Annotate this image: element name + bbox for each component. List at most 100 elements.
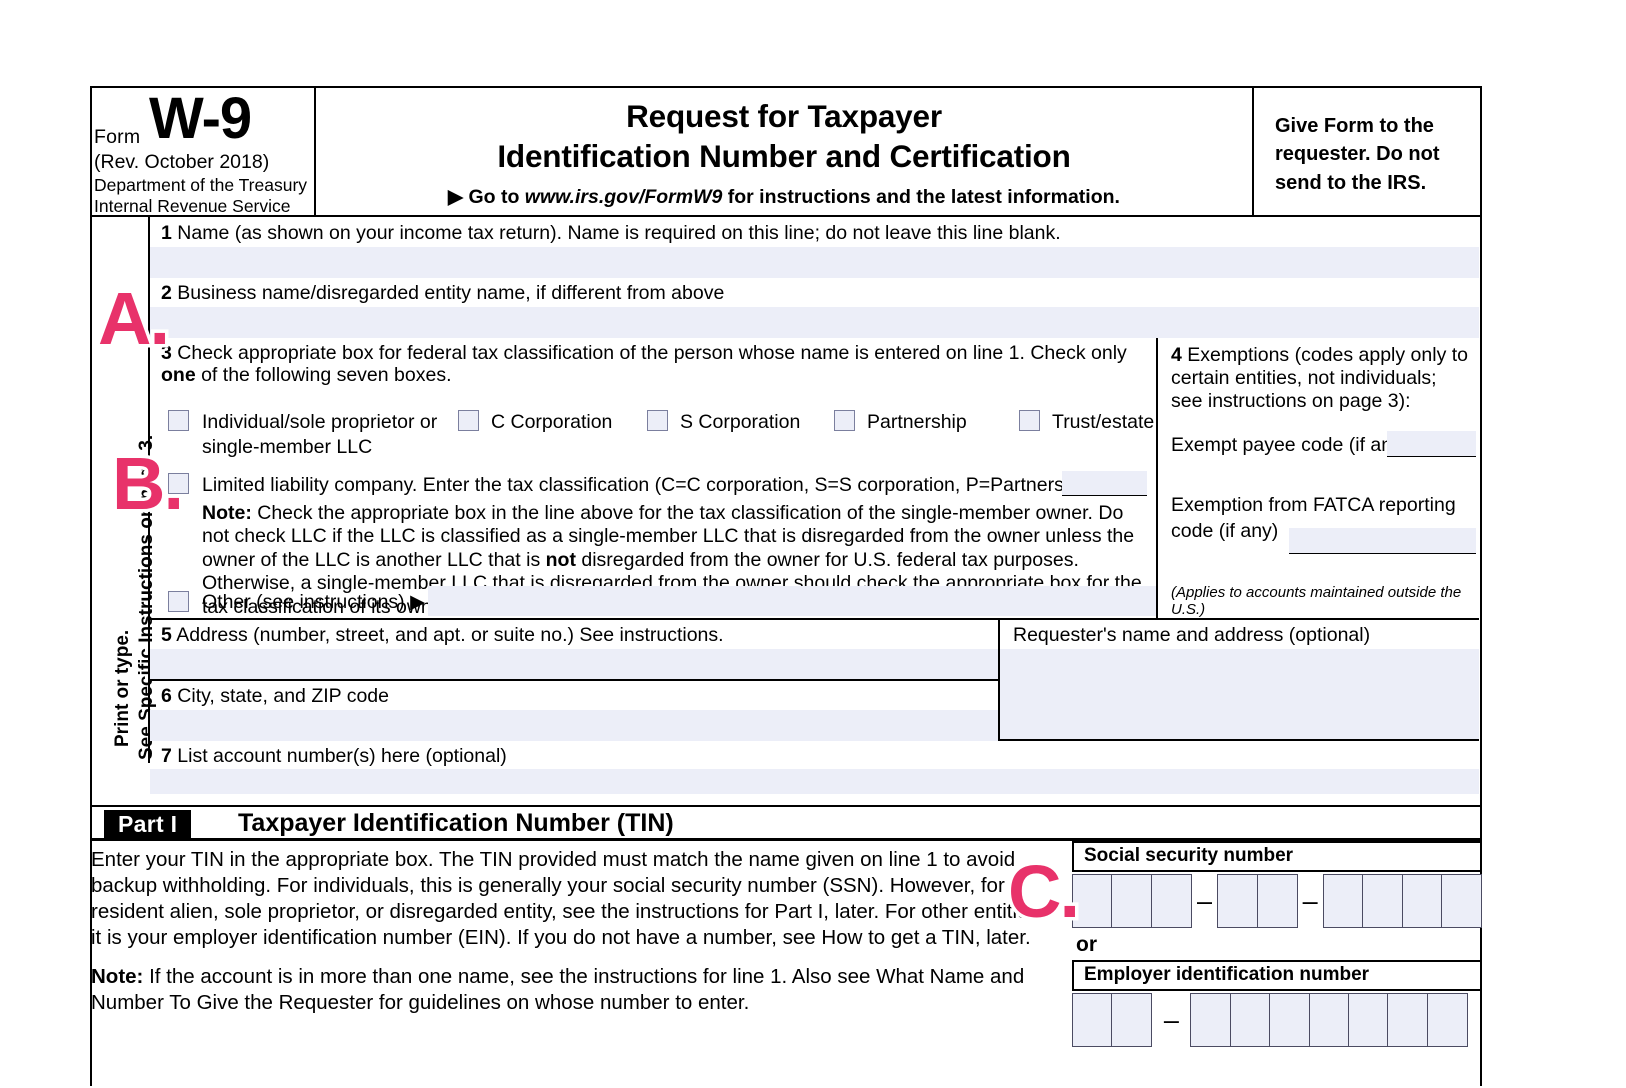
checkbox-icon-other[interactable] [168,591,189,612]
address-and-requester-row: 5 Address (number, street, and apt. or s… [150,620,1479,741]
tin-digit-cell[interactable] [1111,993,1153,1047]
tin-digit-cell[interactable] [1362,874,1404,928]
part-1-title: Taxpayer Identification Number (TIN) [238,809,674,837]
line-7-account-numbers-input[interactable] [150,769,1479,794]
address-left-column: 5 Address (number, street, and apt. or s… [150,620,1000,741]
irs-url-link[interactable]: www.irs.gov/FormW9 [525,186,723,208]
line-7-number: 7 [161,745,172,767]
line-5-number: 5 [161,624,172,646]
line-1-caption-text: Name (as shown on your income tax return… [177,222,1061,244]
requester-name-address-input[interactable] [1000,649,1479,739]
vertical-print-or-type-label: Print or type. [112,629,133,747]
checkbox-c-corporation[interactable]: C Corporation [458,410,612,434]
checkbox-other[interactable] [168,591,189,615]
tin-digit-cell[interactable] [1072,874,1113,928]
title-line-1: Request for Taxpayer [626,98,942,134]
tin-dash-separator: – [1163,1004,1179,1035]
line-2-business-name-row: 2 Business name/disregarded entity name,… [150,278,1479,338]
checkbox-label-partnership: Partnership [867,411,967,433]
ein-label: Employer identification number [1072,960,1482,991]
line-6-city-state-zip-input[interactable] [150,710,998,741]
checkbox-label-individual: Individual/sole proprietor or single-memb… [202,410,437,460]
checkbox-s-corporation[interactable]: S Corporation [647,410,800,434]
tin-digit-cell[interactable] [1387,993,1429,1047]
tin-digit-cell[interactable] [1269,993,1311,1047]
form-header: Form W-9 (Rev. October 2018) Department … [92,88,1480,217]
tin-digit-cell[interactable] [1441,874,1482,928]
header-title-block: Request for Taxpayer Identification Numb… [316,88,1252,215]
ssn-cell-row[interactable]: – – [1072,874,1482,928]
line-3-caption: 3 Check appropriate box for federal tax … [161,342,1136,387]
part-1-tag: Part I [104,810,192,841]
header-left-block: Form W-9 (Rev. October 2018) Department … [92,86,316,218]
line-1-number: 1 [161,222,172,244]
tin-digit-cell[interactable] [1229,993,1271,1047]
line-4-caption: 4 Exemptions (codes apply only to certai… [1171,344,1471,412]
line-2-caption: 2 Business name/disregarded entity name,… [161,282,724,305]
goto-instructions-line: ▶ Go to www.irs.gov/FormW9 for instructi… [316,185,1252,209]
tin-cell-group [1190,993,1468,1047]
requester-caption: Requester's name and address (optional) [1013,624,1371,646]
line-7-caption-text: List account number(s) here (optional) [177,745,507,767]
line-5-address-input[interactable] [150,649,998,679]
llc-label: Limited liability company. Enter the tax… [202,474,1117,496]
part-1-body: Enter your TIN in the appropriate box. T… [90,841,1482,1086]
annotation-marker-a: A. [95,277,174,360]
checkbox-trust-estate[interactable]: Trust/estate [1019,410,1154,434]
line-2-caption-text: Business name/disregarded entity name, i… [177,282,725,304]
form-number-w9: W-9 [149,86,252,151]
line-3-classification-block: 3 Check appropriate box for federal tax … [150,338,1158,618]
checkbox-icon-partnership[interactable] [834,410,855,431]
checkbox-partnership[interactable]: Partnership [834,410,967,434]
llc-tax-classification-input[interactable] [1062,471,1147,496]
tin-cell-group [1217,874,1298,928]
give-form-note: Give Form to the requester. Do not send … [1252,88,1480,215]
goto-suffix-text: for instructions and the latest informat… [722,186,1120,208]
tin-digit-cell[interactable] [1190,993,1232,1047]
tin-digit-cell[interactable] [1322,874,1364,928]
line-4-exemptions-block: 4 Exemptions (codes apply only to certai… [1158,338,1479,618]
line-6-city-state-zip-row: 6 City, state, and ZIP code [150,681,998,741]
tin-digit-cell[interactable] [1256,874,1298,928]
or-separator-label: or [1076,933,1097,956]
other-classification-input[interactable] [428,586,1156,616]
ssn-label: Social security number [1072,841,1482,872]
line-3-intro-text: Check appropriate box for federal tax cl… [177,342,1127,364]
annotation-marker-c: C. [1005,850,1084,933]
issuing-department: Department of the Treasury Internal Reve… [94,175,307,218]
annotation-marker-b: B. [109,442,188,525]
line-1-caption: 1 Name (as shown on your income tax retu… [161,222,1061,245]
department-treasury-line: Department of the Treasury [94,175,308,195]
checkbox-individual-sole-proprietor[interactable]: Individual/sole proprietor or single-memb… [168,410,437,460]
fatca-reporting-code-input[interactable] [1289,528,1476,554]
tin-digit-cell[interactable] [1072,993,1113,1047]
tin-digit-cell[interactable] [1348,993,1390,1047]
checkbox-icon-s-corporation[interactable] [647,410,668,431]
tin-digit-cell[interactable] [1426,993,1468,1047]
line-4-number: 4 [1171,344,1182,366]
line-3-intro-bold: one [161,363,196,386]
tin-digit-cell[interactable] [1401,874,1443,928]
exempt-payee-code-input[interactable] [1387,431,1476,457]
tin-digit-cell[interactable] [1150,874,1192,928]
line-1-name-input[interactable] [150,247,1479,278]
checkbox-icon-individual[interactable] [168,410,189,431]
checkbox-label-c-corporation: C Corporation [491,411,613,433]
tin-digit-cell[interactable] [1111,874,1153,928]
arrow-right-icon: ▶ Go to [448,186,525,208]
other-label: Other (see instructions) ▶ [202,591,426,613]
tin-digit-cell[interactable] [1217,874,1259,928]
page-title: Request for Taxpayer Identification Numb… [316,97,1252,176]
checkbox-icon-c-corporation[interactable] [458,410,479,431]
ein-cell-row[interactable]: – [1072,993,1482,1047]
tin-dash-separator: – [1196,885,1212,916]
checkbox-icon-trust-estate[interactable] [1019,410,1040,431]
line-6-caption: 6 City, state, and ZIP code [161,685,389,708]
tin-digit-cell[interactable] [1308,993,1350,1047]
part-1-note-bold: Note: [91,965,144,988]
form-revision-date: (Rev. October 2018) [94,151,270,173]
requester-column: Requester's name and address (optional) [1000,620,1479,739]
line-7-caption: 7 List account number(s) here (optional) [161,745,507,768]
exempt-payee-code-label: Exempt payee code (if any) [1171,434,1409,456]
line-2-business-name-input[interactable] [150,307,1479,338]
